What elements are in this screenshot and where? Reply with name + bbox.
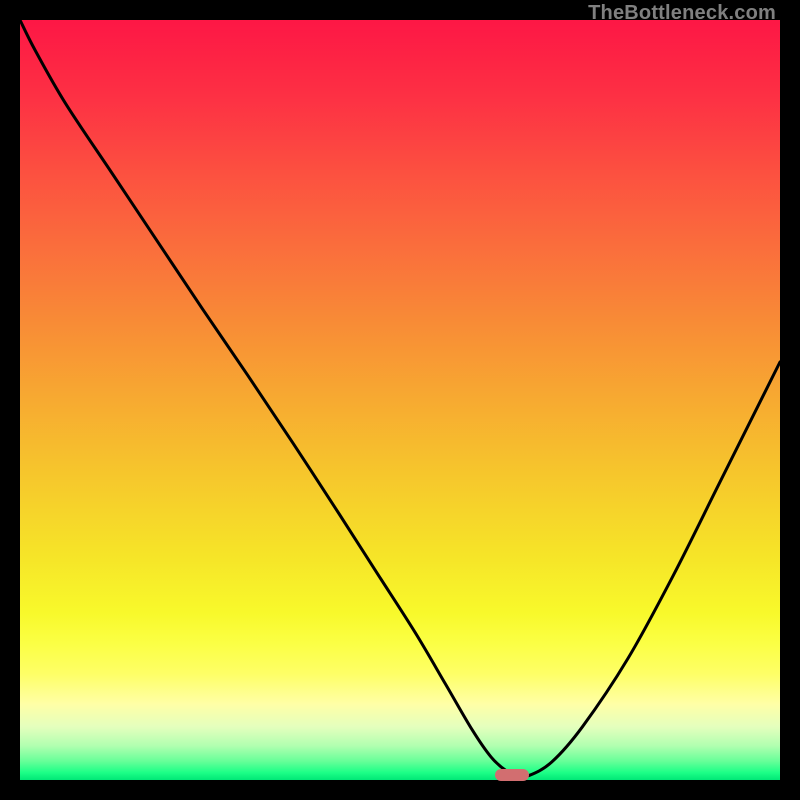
bottleneck-curve <box>20 20 780 780</box>
plot-area <box>20 20 780 780</box>
chart-stage: TheBottleneck.com <box>0 0 800 800</box>
trough-marker <box>495 769 529 781</box>
